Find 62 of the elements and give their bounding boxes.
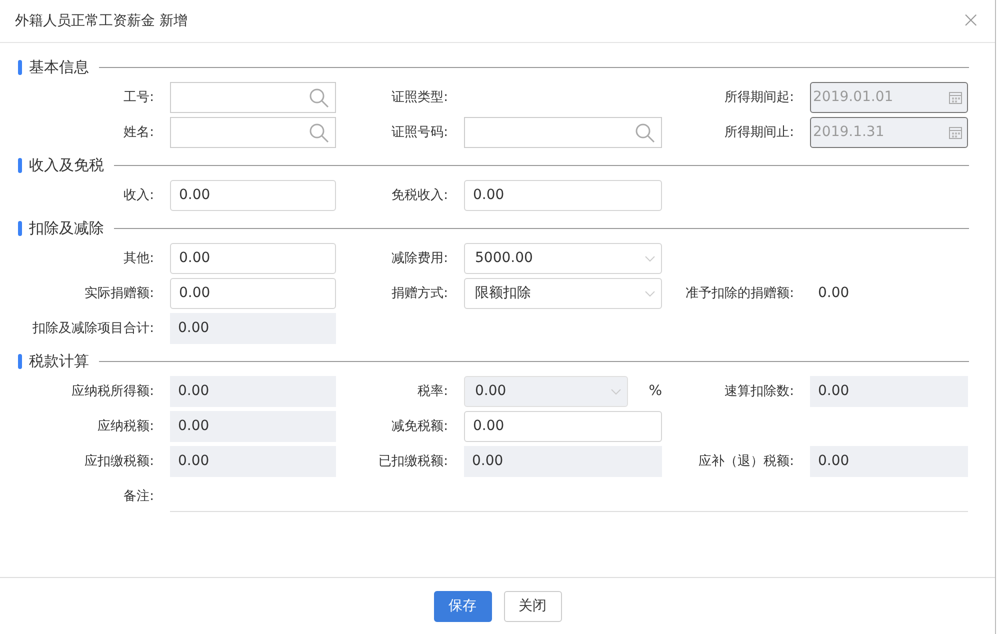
- field-label: 准予扣除的捐赠额:: [684, 284, 795, 303]
- section-marker: [18, 60, 22, 74]
- search-field[interactable]: [464, 117, 662, 148]
- field-label: 其他:: [122, 250, 155, 268]
- field-label: 应纳税额:: [96, 418, 155, 436]
- calendar-icon: [949, 91, 962, 104]
- field-label: 已扣缴税额:: [378, 452, 449, 471]
- search-icon: [635, 122, 655, 142]
- field-label: 所得期间起:: [724, 88, 795, 107]
- field-label: 减除费用:: [390, 250, 449, 268]
- readonly-field: 0.00: [810, 446, 968, 477]
- readonly-field: 0.00: [170, 376, 336, 407]
- select-field[interactable]: 0.00: [464, 376, 628, 407]
- field-label: 速算扣除数:: [724, 382, 795, 401]
- caret-icon: [645, 256, 655, 262]
- select-field[interactable]: 限额扣除: [464, 278, 662, 309]
- field-value: 0.00: [817, 284, 850, 303]
- section-title: 税款计算: [29, 350, 89, 372]
- input-field[interactable]: 0.00: [464, 411, 662, 442]
- caret-icon: [645, 290, 655, 296]
- field-label: 应扣缴税额:: [84, 452, 155, 471]
- unit-label: %: [648, 382, 662, 401]
- section-marker: [18, 220, 22, 236]
- save-button[interactable]: 保存: [434, 590, 492, 622]
- readonly-field: 0.00: [170, 446, 336, 477]
- section-title: 基本信息: [29, 56, 89, 78]
- field-label: 所得期间止:: [724, 124, 795, 142]
- search-field[interactable]: [170, 117, 336, 148]
- readonly-field: 0.00: [170, 411, 336, 442]
- field-label: 证照类型:: [390, 88, 449, 107]
- calendar-icon: [949, 126, 962, 139]
- field-label: 扣除及减除项目合计:: [32, 320, 155, 338]
- field-label: 捐赠方式:: [390, 284, 449, 303]
- input-field[interactable]: 0.00: [170, 278, 336, 309]
- close-dialog-button[interactable]: 关闭: [504, 590, 562, 622]
- field-label: 应补（退）税额:: [698, 452, 795, 471]
- field-label: 收入:: [122, 186, 155, 205]
- field-label: 证照号码:: [390, 124, 449, 142]
- field-label: 姓名:: [122, 124, 155, 142]
- section-marker: [18, 354, 22, 368]
- field-label: 实际捐赠额:: [84, 284, 155, 303]
- readonly-field: 0.00: [810, 376, 968, 407]
- field-label: 税率:: [416, 382, 449, 401]
- search-field[interactable]: [170, 82, 336, 113]
- readonly-field: 0.00: [170, 313, 336, 344]
- field-label: 减免税额:: [390, 418, 449, 436]
- dialog-title: 外籍人员正常工资薪金 新增: [15, 12, 188, 30]
- input-field[interactable]: 0.00: [170, 180, 336, 211]
- caret-icon: [611, 388, 621, 394]
- input-field[interactable]: 0.00: [170, 243, 336, 274]
- section-marker: [18, 158, 22, 172]
- field-label: 备注:: [122, 488, 155, 506]
- search-icon: [309, 122, 329, 142]
- field-label: 工号:: [122, 88, 155, 107]
- section-title: 扣除及减除: [29, 218, 104, 239]
- search-icon: [309, 88, 329, 108]
- field-label: 应纳税所得额:: [70, 382, 155, 401]
- select-field[interactable]: 5000.00: [464, 243, 662, 274]
- input-field[interactable]: 0.00: [464, 180, 662, 211]
- readonly-field: 0.00: [464, 446, 662, 477]
- section-title: 收入及免税: [29, 154, 104, 176]
- field-label: 免税收入:: [390, 186, 449, 205]
